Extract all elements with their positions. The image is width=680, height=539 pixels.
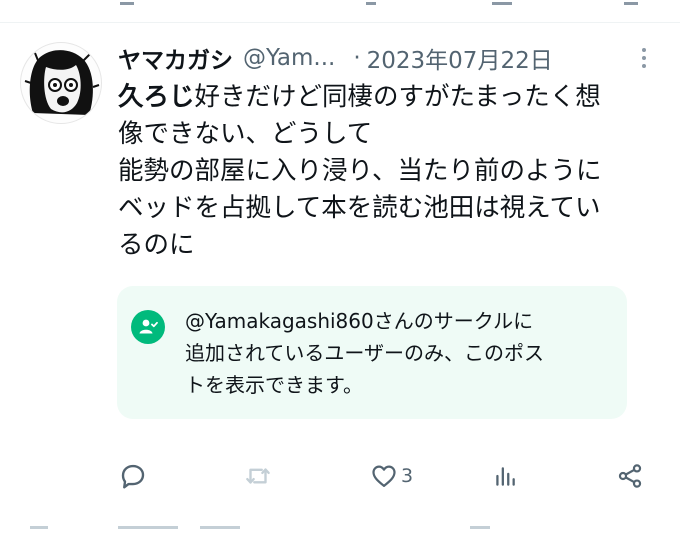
post-date[interactable]: 2023年07月22日 [367, 41, 553, 75]
user-handle[interactable]: @Yam... [243, 45, 335, 71]
post-text-segment: 像できない、どうして [118, 119, 373, 149]
post-divider [0, 22, 680, 23]
hashtag-bold-text: 久ろじ [118, 82, 195, 112]
post-text-segment: 好きだけど同棲のすがたまったく想 [194, 82, 601, 112]
post-text-segment: ベッドを占拠して本を読む池田は視えてい [118, 193, 601, 223]
share-icon[interactable] [616, 460, 644, 492]
display-name[interactable]: ヤマカガシ [118, 41, 233, 75]
cutoff-fragment [118, 526, 178, 539]
post-text-line: 像できない、どうして [118, 116, 648, 153]
cutoff-fragment [366, 0, 376, 5]
cutoff-fragment [492, 0, 512, 5]
post-header: ヤマカガシ @Yam... · 2023年07月22日 [118, 40, 628, 76]
avatar-image [24, 50, 100, 115]
circle-notice-text: @Yamakagashi860さんのサークルに 追加されているユーザーのみ、この… [185, 305, 615, 401]
reply-icon[interactable] [118, 460, 148, 492]
post-text-line: ベッドを占拠して本を読む池田は視えてい [118, 190, 648, 227]
cutoff-fragment [30, 526, 48, 539]
cutoff-fragment [470, 526, 490, 539]
circle-notice: @Yamakagashi860さんのサークルに 追加されているユーザーのみ、この… [117, 286, 627, 419]
like-count: 3 [401, 465, 414, 487]
post-text-line: 久ろじ好きだけど同棲のすがたまったく想 [118, 79, 648, 116]
cutoff-fragment [200, 526, 240, 539]
post-text-line: 能勢の部屋に入り浸り、当たり前のように [118, 153, 648, 190]
circle-notice-line: 追加されているユーザーのみ、このポス [185, 341, 544, 365]
like-button[interactable]: 3 [370, 460, 413, 492]
heart-icon [372, 465, 396, 488]
post-text-segment: 能勢の部屋に入り浸り、当たり前のように [118, 156, 602, 186]
cutoff-fragment [120, 0, 134, 5]
post-text-line: るのに [118, 227, 648, 264]
post-text: 久ろじ好きだけど同棲のすがたまったく想 像できない、どうして 能勢の部屋に入り浸… [118, 79, 648, 264]
circle-notice-line: @Yamakagashi860さんのサークルに [185, 309, 534, 333]
separator-dot: · [353, 45, 361, 71]
post-actions: 3 [0, 456, 680, 496]
next-post-cutoff [0, 520, 680, 532]
avatar[interactable] [20, 42, 102, 124]
post-text-segment: るのに [118, 230, 195, 260]
cutoff-fragment [624, 0, 638, 5]
more-options-icon[interactable] [632, 42, 656, 74]
repost-icon[interactable] [243, 460, 273, 492]
circle-notice-line: トを表示できます。 [185, 373, 363, 397]
views-icon[interactable] [492, 460, 518, 492]
previous-post-actions-cutoff [0, 0, 680, 22]
circle-users-icon [131, 310, 165, 344]
